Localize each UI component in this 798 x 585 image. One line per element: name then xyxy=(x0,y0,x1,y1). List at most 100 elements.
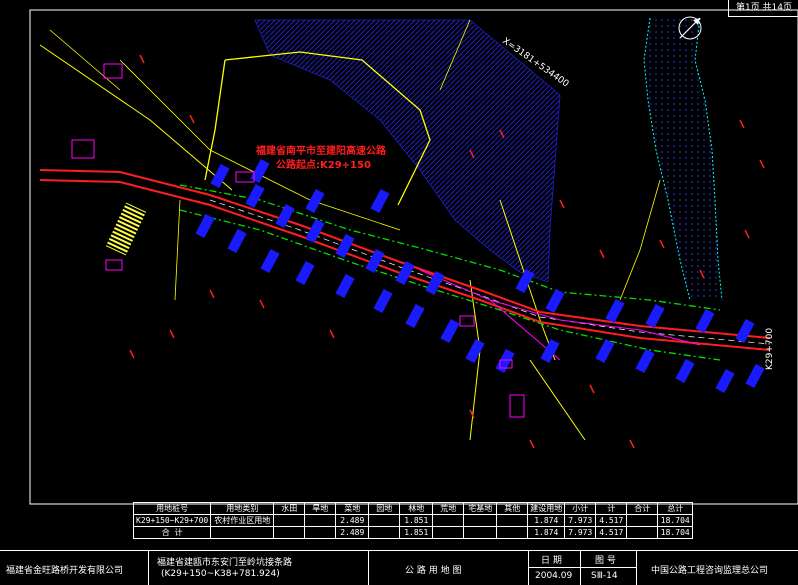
table-header-cell: 水田 xyxy=(273,502,306,515)
parcel-marker xyxy=(605,298,625,324)
table-header-cell: 园地 xyxy=(368,502,401,515)
table-header-cell: 其他 xyxy=(496,502,529,515)
project-cell: 福建省建瓯市东安门至岭坑接条路 (K29+150~K38+781.924) xyxy=(148,551,368,585)
table-cell: 1.874 xyxy=(527,526,566,539)
parcel-marker xyxy=(635,348,655,374)
stream-dotted-area xyxy=(644,18,722,300)
table-cell xyxy=(432,526,465,539)
table-cell xyxy=(432,514,465,527)
date-label: 日 期 xyxy=(541,556,562,566)
table-cell: 18.704 xyxy=(657,526,694,539)
survey-mark xyxy=(599,249,605,259)
design-company-cell: 中国公路工程咨询监理总公司 xyxy=(636,551,798,585)
table-cell xyxy=(626,514,659,527)
table-cell: 1.851 xyxy=(399,514,434,527)
survey-mark xyxy=(209,289,215,299)
route-title-line2: 公路起点:K29+150 xyxy=(276,158,371,171)
parcel-marker xyxy=(245,183,265,209)
building-4 xyxy=(105,259,123,271)
building-2 xyxy=(71,139,95,159)
survey-mark xyxy=(169,329,175,339)
company-name: 福建省金旺路桥开发有限公司 xyxy=(6,566,124,576)
table-header-cell: 旱地 xyxy=(304,502,337,515)
building-6 xyxy=(509,394,525,418)
parcel-marker xyxy=(195,213,215,239)
table-header-cell: 用地桩号 xyxy=(132,502,212,515)
parcel-marker xyxy=(645,303,665,329)
table-header-cell: 总计 xyxy=(657,502,694,515)
table-cell xyxy=(463,514,498,527)
parcel-marker xyxy=(227,228,247,254)
survey-mark xyxy=(759,159,765,169)
drawing-name: 公 路 用 地 图 xyxy=(405,566,462,576)
table-header-row: 用地桩号 用地类别 水田 旱地 菜地 园地 林地 荒地 宅基地 其他 建设用地 小计计合计 总计 xyxy=(132,502,694,515)
land-summary-table: 用地桩号 用地类别 水田 旱地 菜地 园地 林地 荒地 宅基地 其他 建设用地 小计计合计 总计 K29… xyxy=(132,502,694,539)
date-cell: 日 期 2004.09 xyxy=(528,551,581,585)
table-cell: K29+150~K29+700 xyxy=(132,514,212,527)
table-cell: 2.489 xyxy=(335,514,370,527)
access-road-9 xyxy=(619,179,661,301)
parcel-marker xyxy=(715,368,735,394)
drawing-name-cell: 公 路 用 地 图 xyxy=(368,551,528,585)
table-cell xyxy=(273,514,306,527)
table-cell xyxy=(210,526,275,539)
table-cell: 4.517 xyxy=(595,526,628,539)
parcel-boundary-west xyxy=(204,59,226,181)
parcel-marker xyxy=(210,163,230,189)
table-header-cell: 宅基地 xyxy=(463,502,498,515)
survey-mark xyxy=(559,199,565,209)
table-cell: 合 计 xyxy=(132,526,212,539)
table-cell: 1.874 xyxy=(527,514,566,527)
parcel-marker xyxy=(405,303,425,329)
parcel-marker xyxy=(735,318,755,344)
parcel-marker xyxy=(595,338,615,364)
table-cell xyxy=(304,526,337,539)
survey-mark xyxy=(744,229,750,239)
table-cell: 4.517 xyxy=(595,514,628,527)
table-header-cell: 合计 xyxy=(626,502,659,515)
table-cell: 18.704 xyxy=(657,514,694,527)
parcel-marker xyxy=(275,203,295,229)
survey-mark xyxy=(139,54,145,64)
sheet-cell: 图 号 SⅢ-14 xyxy=(580,551,637,585)
parcel-marker xyxy=(675,358,695,384)
table-cell: 农村作业区用地 xyxy=(210,514,275,527)
project-line1: 福建省建瓯市东安门至岭坑接条路 xyxy=(157,558,293,568)
bridge-structure xyxy=(105,202,147,256)
table-cell xyxy=(273,526,306,539)
access-road-6 xyxy=(529,359,586,441)
parcel-marker xyxy=(373,288,393,314)
survey-mark xyxy=(189,114,195,124)
parcel-marker xyxy=(295,260,315,286)
building-5 xyxy=(459,315,475,327)
table-row: K29+150~K29+700 农村作业区用地 2.489 1.851 1.874 7.9… xyxy=(132,514,694,527)
table-header-cell: 建设用地 xyxy=(527,502,566,515)
access-road-3 xyxy=(49,29,121,91)
table-header-cell: 计 xyxy=(595,502,628,515)
survey-mark xyxy=(129,349,135,359)
date-value: 2004.09 xyxy=(535,571,573,581)
building-1 xyxy=(103,63,123,79)
survey-mark xyxy=(659,239,665,249)
parcel-marker xyxy=(465,338,485,364)
survey-mark xyxy=(739,119,745,129)
table-header-cell: 用地类别 xyxy=(210,502,275,515)
table-cell xyxy=(368,526,401,539)
survey-mark xyxy=(259,299,265,309)
project-line2: (K29+150~K38+781.924) xyxy=(161,569,280,579)
access-road-8 xyxy=(174,199,181,301)
table-cell xyxy=(304,514,337,527)
table-header-cell: 林地 xyxy=(399,502,434,515)
table-cell: 7.973 xyxy=(564,526,597,539)
sheet-value: SⅢ-14 xyxy=(591,571,618,581)
table-header-cell: 荒地 xyxy=(432,502,465,515)
route-title-line1: 福建省南平市至建阳高速公路 xyxy=(255,144,387,157)
table-cell: 1.851 xyxy=(399,526,434,539)
parcel-marker xyxy=(695,308,715,334)
table-cell xyxy=(368,514,401,527)
parcel-marker xyxy=(305,218,325,244)
sheet-label: 图 号 xyxy=(595,556,616,566)
page-number: 第1页 共14页 xyxy=(728,0,798,17)
parcel-marker xyxy=(335,273,355,299)
table-row: 合 计 2.489 1.851 1.874 7.973 4.517 18.704 xyxy=(132,526,694,539)
